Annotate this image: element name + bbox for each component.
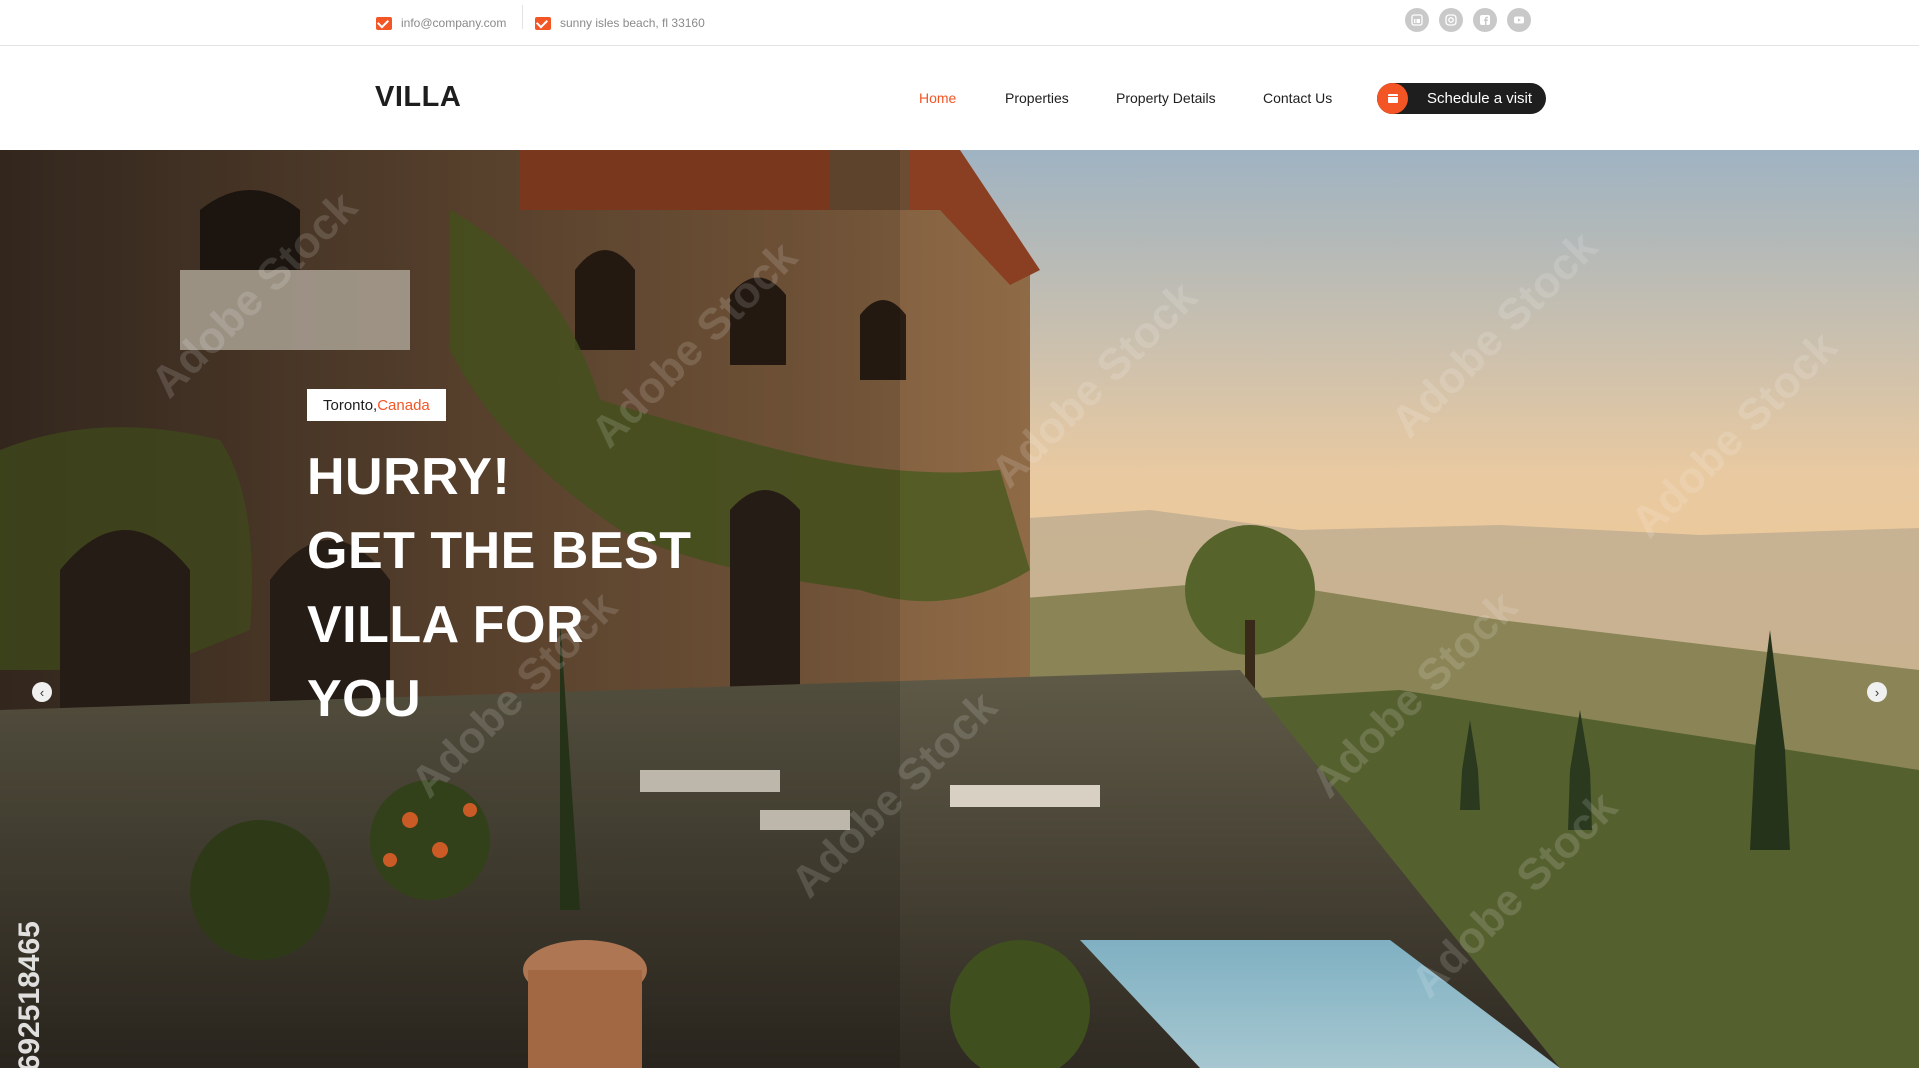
contact-email[interactable]: info@company.com <box>376 0 506 46</box>
schedule-visit-button[interactable]: Schedule a visit <box>1377 83 1546 114</box>
top-contact-bar: info@company.com sunny isles beach, fl 3… <box>0 0 1919 46</box>
hero-title-line: VILLA FOR <box>307 596 584 654</box>
envelope-icon <box>535 16 551 30</box>
hero-title-line: YOU <box>307 670 422 728</box>
youtube-icon[interactable] <box>1507 8 1531 32</box>
schedule-visit-label: Schedule a visit <box>1427 90 1533 107</box>
contact-address: sunny isles beach, fl 33160 <box>535 0 705 46</box>
hero-title-line: GET THE BEST <box>307 522 692 580</box>
instagram-icon[interactable] <box>1439 8 1463 32</box>
location-country: Canada <box>377 396 430 414</box>
location-tag: Toronto, Canada <box>307 389 446 421</box>
nav-item-contact-us[interactable]: Contact Us <box>1263 90 1332 106</box>
site-header: VILLA Home Properties Property Details C… <box>0 47 1919 150</box>
watermark-id-text: #692518465 <box>13 921 46 1068</box>
calendar-icon <box>1377 83 1408 114</box>
linkedin-icon[interactable] <box>1405 8 1429 32</box>
main-nav: Home Properties Property Details Contact… <box>0 47 1919 150</box>
chevron-right-icon: › <box>1874 684 1880 700</box>
nav-item-property-details[interactable]: Property Details <box>1116 90 1216 106</box>
contact-address-text: sunny isles beach, fl 33160 <box>560 16 705 30</box>
nav-item-home[interactable]: Home <box>919 90 956 106</box>
slider-next-button[interactable]: › <box>1867 682 1887 702</box>
topbar-divider <box>522 5 523 29</box>
hero-villa-image <box>0 150 1919 1068</box>
hero-banner: Adobe Stock Adobe Stock Adobe Stock Adob… <box>0 150 1919 1068</box>
envelope-icon <box>376 16 392 30</box>
facebook-icon[interactable] <box>1473 8 1497 32</box>
social-links <box>1405 8 1531 32</box>
nav-item-properties[interactable]: Properties <box>1005 90 1069 106</box>
contact-email-text: info@company.com <box>401 16 507 30</box>
slider-prev-button[interactable]: ‹ <box>32 682 52 702</box>
hero-title-line: HURRY! <box>307 448 511 506</box>
chevron-left-icon: ‹ <box>39 684 45 700</box>
location-city: Toronto, <box>323 396 378 414</box>
hero-title: HURRY! GET THE BEST VILLA FOR YOU <box>307 440 827 736</box>
